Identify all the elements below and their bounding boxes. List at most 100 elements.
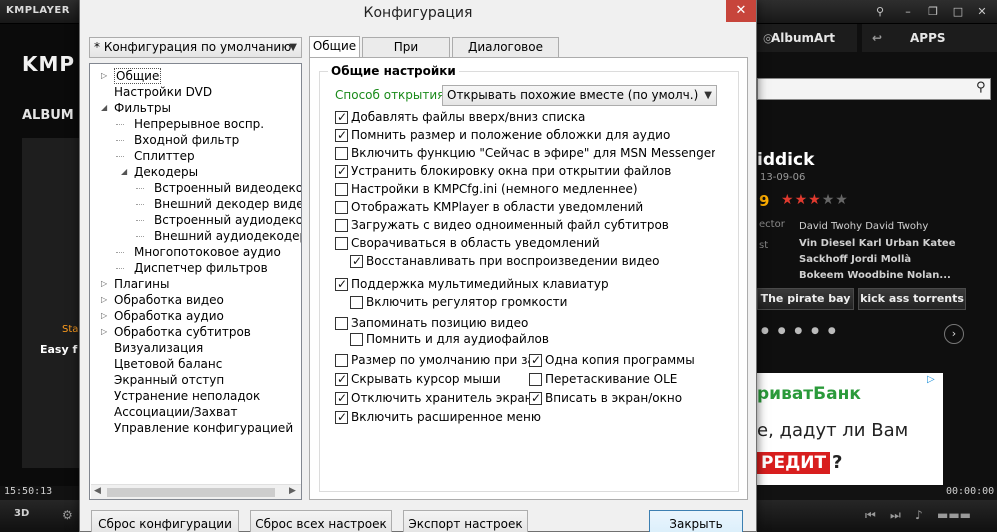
volume-icon[interactable]: ♪ — [915, 508, 923, 522]
checkbox-checked-icon[interactable]: ✓ — [335, 164, 348, 178]
checkbox-empty-icon[interactable] — [335, 183, 348, 196]
reset-all-button[interactable]: Сброс всех настроек — [250, 510, 392, 532]
collapse-arrow-icon[interactable]: ◢ — [121, 164, 127, 180]
checkbox-empty-icon[interactable] — [350, 333, 363, 346]
tree-item[interactable]: Сплиттер — [90, 148, 301, 164]
prev-icon[interactable]: ⏮ — [865, 508, 876, 523]
checkbox-checked-icon[interactable]: ✓ — [529, 391, 542, 405]
settings-checkbox[interactable]: ✓ Устранить блокировку окна при открытии … — [335, 163, 715, 180]
settings-checkbox[interactable]: ✓ Восстанавливать при воспроизведении вид… — [350, 253, 715, 270]
tree-item[interactable]: Управление конфигурацией — [90, 420, 301, 436]
settings-tab[interactable]: При запуске... — [362, 37, 450, 73]
checkbox-checked-icon[interactable]: ✓ — [529, 353, 542, 367]
kat-link[interactable]: kick ass torrents — [858, 288, 966, 310]
settings-checkbox[interactable]: ✓ Вписать в экран/окно — [529, 390, 719, 407]
reset-config-button[interactable]: Сброс конфигурации — [91, 510, 239, 532]
tree-item[interactable]: Непрерывное воспр. — [90, 116, 301, 132]
expand-arrow-icon[interactable]: ▷ — [101, 68, 107, 84]
tree-item[interactable]: Внешний декодер видео — [90, 196, 301, 212]
scroll-right-icon[interactable]: ▶ — [289, 486, 296, 496]
checkbox-empty-icon[interactable] — [350, 296, 363, 309]
settings-checkbox[interactable]: Настройки в KMPCfg.ini (немного медленне… — [335, 181, 715, 198]
tab-apps[interactable]: ↩ APPS — [862, 24, 997, 52]
checkbox-empty-icon[interactable] — [335, 219, 348, 232]
settings-checkbox[interactable]: Перетаскивание OLE — [529, 371, 719, 388]
checkbox-checked-icon[interactable]: ✓ — [350, 254, 363, 268]
tree-item[interactable]: ◢ Фильтры — [90, 100, 301, 116]
tree-item[interactable]: Настройки DVD — [90, 84, 301, 100]
next-icon[interactable]: ⏭ — [890, 508, 901, 523]
3d-button[interactable]: 3D — [14, 508, 29, 519]
tree-item[interactable]: Многопотоковое аудио — [90, 244, 301, 260]
checkbox-empty-icon[interactable] — [335, 237, 348, 250]
restore-icon[interactable]: ❐ — [925, 5, 941, 18]
tree-item[interactable]: Экранный отступ — [90, 372, 301, 388]
tree-item[interactable]: Встроенный видеодекоде — [90, 180, 301, 196]
carousel-dots[interactable]: ● ● ● ● ● — [761, 326, 839, 336]
tree-item[interactable]: Ассоциации/Захват — [90, 404, 301, 420]
settings-checkbox[interactable]: Размер по умолчанию при закр — [335, 352, 531, 369]
settings-checkbox[interactable]: ✓ Добавлять файлы вверх/вниз списка — [335, 109, 715, 126]
open-mode-select[interactable]: Открывать похожие вместе (по умолч.) ▼ — [442, 85, 717, 106]
config-preset-select[interactable]: * Конфигурация по умолчанию ▼ — [89, 37, 302, 58]
pin-icon[interactable]: ⚲ — [872, 5, 888, 18]
tree-item[interactable]: ▷ Обработка видео — [90, 292, 301, 308]
checkbox-empty-icon[interactable] — [529, 373, 542, 386]
settings-checkbox[interactable]: ✓ Одна копия программы — [529, 352, 719, 369]
settings-tab[interactable]: Общие — [309, 36, 360, 58]
expand-arrow-icon[interactable]: ▷ — [101, 308, 107, 324]
checkbox-empty-icon[interactable] — [335, 354, 348, 367]
settings-checkbox[interactable]: ✓ Скрывать курсор мыши — [335, 371, 531, 388]
minimize-icon[interactable]: – — [900, 5, 916, 18]
export-settings-button[interactable]: Экспорт настроек — [403, 510, 528, 532]
close-button[interactable]: Закрыть — [649, 510, 743, 532]
dialog-titlebar[interactable]: Конфигурация ✕ — [80, 0, 756, 26]
search-icon[interactable]: ⚲ — [976, 80, 986, 95]
checkbox-checked-icon[interactable]: ✓ — [335, 410, 348, 424]
expand-arrow-icon[interactable]: ▷ — [101, 292, 107, 308]
albumart-search-input[interactable] — [757, 78, 991, 100]
piratebay-link[interactable]: The pirate bay — [757, 288, 854, 310]
settings-checkbox[interactable]: ✓ Поддержка мультимедийных клавиатур — [335, 276, 715, 293]
checkbox-checked-icon[interactable]: ✓ — [335, 391, 348, 405]
settings-checkbox[interactable]: Включить функцию "Сейчас в эфире" для MS… — [335, 145, 715, 162]
expand-arrow-icon[interactable]: ▷ — [101, 276, 107, 292]
player-close-icon[interactable]: ✕ — [974, 5, 990, 18]
tree-item[interactable]: Входной фильтр — [90, 132, 301, 148]
settings-checkbox[interactable]: ✓ Отключить хранитель экрана — [335, 390, 531, 407]
checkbox-checked-icon[interactable]: ✓ — [335, 128, 348, 142]
volume-slider[interactable]: ▬▬▬ — [937, 508, 971, 522]
ad-info-icon[interactable]: ▷ — [927, 374, 935, 385]
dialog-close-button[interactable]: ✕ — [726, 0, 756, 22]
settings-gear-icon[interactable]: ⚙ — [62, 508, 73, 522]
checkbox-empty-icon[interactable] — [335, 317, 348, 330]
checkbox-checked-icon[interactable]: ✓ — [335, 372, 348, 386]
maximize-icon[interactable]: □ — [950, 5, 966, 18]
carousel-next-icon[interactable]: › — [944, 324, 964, 344]
collapse-arrow-icon[interactable]: ◢ — [101, 100, 107, 116]
tree-item[interactable]: Визуализация — [90, 340, 301, 356]
checkbox-checked-icon[interactable]: ✓ — [335, 110, 348, 124]
tree-horizontal-scrollbar[interactable]: ◀ ▶ — [91, 484, 301, 499]
settings-checkbox[interactable]: Сворачиваться в область уведомлений — [335, 235, 715, 252]
settings-checkbox[interactable]: Включить регулятор громкости — [350, 294, 715, 311]
tree-item[interactable]: Внешний аудиодекодер — [90, 228, 301, 244]
settings-checkbox[interactable]: Запоминать позицию видео — [335, 315, 715, 332]
settings-checkbox[interactable]: Помнить и для аудиофайлов — [350, 331, 715, 348]
scroll-left-icon[interactable]: ◀ — [94, 486, 101, 496]
expand-arrow-icon[interactable]: ▷ — [101, 324, 107, 340]
settings-checkbox[interactable]: ✓ Помнить размер и положение обложки для … — [335, 127, 715, 144]
tree-item[interactable]: ▷ Обработка аудио — [90, 308, 301, 324]
scroll-thumb[interactable] — [107, 488, 275, 497]
tree-item[interactable]: Диспетчер фильтров — [90, 260, 301, 276]
tree-item[interactable]: ▷ Общие — [90, 68, 301, 84]
checkbox-empty-icon[interactable] — [335, 201, 348, 214]
tree-item[interactable]: Устранение неполадок — [90, 388, 301, 404]
settings-checkbox[interactable]: Отображать KMPlayer в области уведомлени… — [335, 199, 715, 216]
video-area[interactable] — [22, 138, 80, 468]
tree-item[interactable]: ▷ Обработка субтитров — [90, 324, 301, 340]
settings-checkbox[interactable]: Загружать с видео одноименный файл субти… — [335, 217, 715, 234]
tab-albumart[interactable]: ◎ AlbumArt — [757, 24, 857, 52]
tree-item[interactable]: ◢ Декодеры — [90, 164, 301, 180]
checkbox-empty-icon[interactable] — [335, 147, 348, 160]
